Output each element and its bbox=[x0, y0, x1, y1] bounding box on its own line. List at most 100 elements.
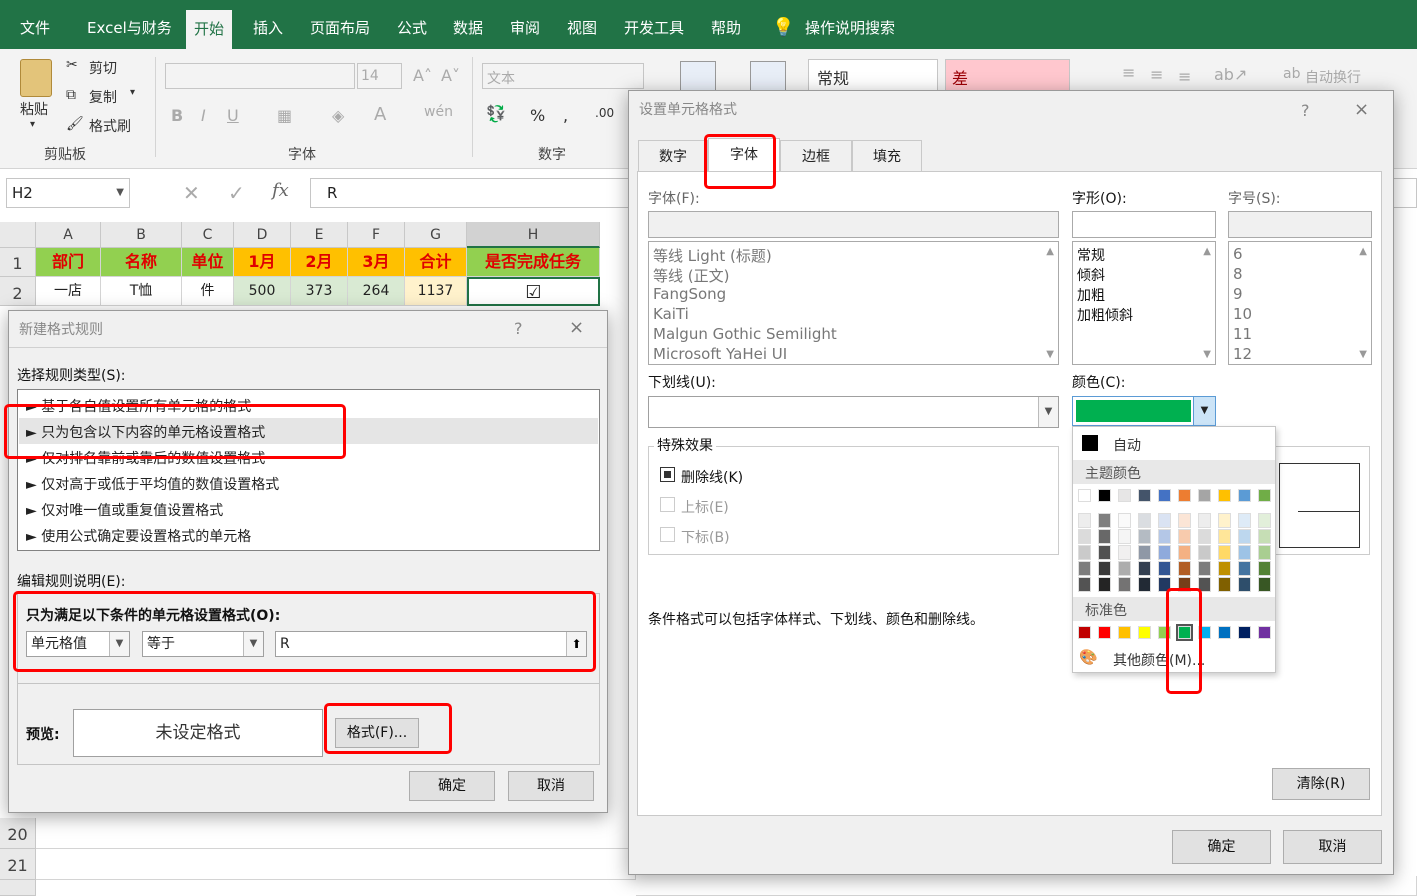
tab-number[interactable]: 数字 bbox=[638, 140, 708, 172]
chevron-down-icon[interactable]: ▼ bbox=[1038, 397, 1058, 427]
standard-color-swatch[interactable] bbox=[1098, 626, 1111, 639]
ok-button[interactable]: 确定 bbox=[1172, 830, 1271, 864]
align-top-icon[interactable]: ≡ bbox=[1122, 63, 1135, 82]
theme-shade-swatch[interactable] bbox=[1118, 561, 1131, 576]
wrap-text-button[interactable]: 自动换行 bbox=[1305, 67, 1361, 87]
font-list-item[interactable]: Microsoft YaHei UI bbox=[653, 345, 787, 363]
range-select-icon[interactable]: ⬆ bbox=[566, 632, 586, 656]
align-middle-icon[interactable]: ≡ bbox=[1150, 65, 1163, 84]
font-name-combo[interactable] bbox=[165, 63, 355, 89]
row-header-1[interactable]: 1 bbox=[0, 248, 36, 277]
theme-color-swatch[interactable] bbox=[1258, 489, 1271, 502]
close-icon[interactable]: × bbox=[1354, 99, 1369, 120]
theme-shade-swatch[interactable] bbox=[1258, 561, 1271, 576]
tab-insert[interactable]: 插入 bbox=[253, 0, 283, 49]
borders-icon[interactable]: ▦ bbox=[277, 106, 292, 125]
theme-shade-swatch[interactable] bbox=[1158, 577, 1171, 592]
standard-color-swatch[interactable] bbox=[1218, 626, 1231, 639]
column-header-c[interactable]: C bbox=[182, 222, 234, 248]
help-icon[interactable]: ? bbox=[1301, 101, 1310, 120]
more-colors-option[interactable]: 其他颜色(M)... bbox=[1113, 650, 1205, 670]
theme-shade-swatch[interactable] bbox=[1238, 561, 1251, 576]
format-button[interactable]: 格式(F)... bbox=[335, 718, 419, 748]
font-style-list[interactable]: 常规 倾斜 加粗 加粗倾斜 ▲ ▼ bbox=[1072, 241, 1216, 365]
standard-color-swatch[interactable] bbox=[1238, 626, 1251, 639]
paste-dropdown-icon[interactable]: ▾ bbox=[30, 119, 35, 130]
standard-color-swatch[interactable] bbox=[1118, 626, 1131, 639]
column-header-a[interactable]: A bbox=[36, 222, 101, 248]
theme-shade-swatch[interactable] bbox=[1178, 529, 1191, 544]
tab-home[interactable]: 开始 bbox=[186, 10, 233, 49]
empty-row-20[interactable] bbox=[36, 818, 636, 849]
font-list-item[interactable]: Malgun Gothic Semilight bbox=[653, 325, 837, 343]
column-header-f[interactable]: F bbox=[348, 222, 405, 248]
grow-font-icon[interactable]: A˄ bbox=[413, 66, 432, 85]
empty-cells[interactable] bbox=[636, 876, 1417, 896]
theme-color-swatch[interactable] bbox=[1098, 489, 1111, 502]
format-painter-button[interactable]: 格式刷 bbox=[89, 116, 131, 136]
superscript-checkbox[interactable] bbox=[660, 497, 675, 512]
theme-shade-swatch[interactable] bbox=[1198, 513, 1211, 528]
standard-color-swatch[interactable] bbox=[1138, 626, 1151, 639]
scroll-up-icon[interactable]: ▲ bbox=[1046, 246, 1054, 257]
theme-color-swatch[interactable] bbox=[1218, 489, 1231, 502]
tab-view[interactable]: 视图 bbox=[567, 0, 597, 49]
theme-shade-swatch[interactable] bbox=[1138, 529, 1151, 544]
standard-color-swatch[interactable] bbox=[1198, 626, 1211, 639]
theme-shade-swatch[interactable] bbox=[1238, 529, 1251, 544]
theme-color-swatch[interactable] bbox=[1178, 489, 1191, 502]
wrap-text-icon[interactable]: ab bbox=[1283, 66, 1300, 82]
theme-shade-swatch[interactable] bbox=[1138, 561, 1151, 576]
scroll-up-icon[interactable]: ▲ bbox=[1203, 246, 1211, 257]
shrink-font-icon[interactable]: A˅ bbox=[441, 66, 460, 85]
theme-shade-swatch[interactable] bbox=[1118, 577, 1131, 592]
style-bad[interactable]: 差 bbox=[945, 59, 1070, 91]
tab-fill[interactable]: 填充 bbox=[852, 140, 922, 172]
font-name-input[interactable] bbox=[648, 211, 1059, 238]
standard-color-swatch[interactable] bbox=[1158, 626, 1171, 639]
theme-shade-swatch[interactable] bbox=[1258, 513, 1271, 528]
theme-shade-swatch[interactable] bbox=[1158, 529, 1171, 544]
condition-value-input[interactable]: R ⬆ bbox=[275, 631, 587, 657]
theme-color-swatch[interactable] bbox=[1078, 489, 1091, 502]
cut-button[interactable]: 剪切 bbox=[89, 58, 117, 78]
tell-me-search[interactable]: 操作说明搜索 bbox=[805, 0, 895, 49]
paste-icon[interactable] bbox=[20, 59, 52, 97]
cancel-button[interactable]: 取消 bbox=[1283, 830, 1382, 864]
color-select[interactable]: ▼ bbox=[1072, 396, 1216, 426]
font-list-item[interactable]: 等线 Light (标题) bbox=[653, 245, 772, 266]
font-size-input[interactable] bbox=[1228, 211, 1372, 238]
theme-shade-swatch[interactable] bbox=[1238, 545, 1251, 560]
cell-e1[interactable]: 2月 bbox=[291, 248, 348, 277]
font-size-item[interactable]: 8 bbox=[1233, 265, 1243, 283]
cell-b2[interactable]: T恤 bbox=[101, 277, 182, 306]
theme-shade-swatch[interactable] bbox=[1258, 545, 1271, 560]
theme-color-swatch[interactable] bbox=[1238, 489, 1251, 502]
number-format-combo[interactable]: 文本 bbox=[482, 63, 644, 89]
copy-button[interactable]: 复制 bbox=[89, 87, 117, 107]
font-style-item[interactable]: 倾斜 bbox=[1077, 265, 1105, 285]
cell-f2[interactable]: 264 bbox=[348, 277, 405, 306]
subscript-checkbox[interactable] bbox=[660, 527, 675, 542]
font-list-item[interactable]: FangSong bbox=[653, 285, 726, 303]
tab-help[interactable]: 帮助 bbox=[711, 0, 741, 49]
cell-e2[interactable]: 373 bbox=[291, 277, 348, 306]
row-header-20[interactable]: 20 bbox=[0, 818, 36, 849]
font-list-item[interactable]: KaiTi bbox=[653, 305, 689, 323]
theme-shade-swatch[interactable] bbox=[1158, 513, 1171, 528]
accounting-format-icon[interactable]: 💱 bbox=[486, 104, 506, 123]
tab-border[interactable]: 边框 bbox=[780, 140, 852, 172]
theme-shade-swatch[interactable] bbox=[1118, 545, 1131, 560]
clear-button[interactable]: 清除(R) bbox=[1272, 768, 1370, 800]
auto-color-option[interactable]: 自动 bbox=[1113, 435, 1141, 455]
column-header-b[interactable]: B bbox=[101, 222, 182, 248]
theme-shade-swatch[interactable] bbox=[1178, 513, 1191, 528]
theme-color-swatch[interactable] bbox=[1158, 489, 1171, 502]
column-header-e[interactable]: E bbox=[291, 222, 348, 248]
strikethrough-checkbox[interactable] bbox=[660, 467, 675, 482]
theme-shade-swatch[interactable] bbox=[1198, 561, 1211, 576]
theme-shade-swatch[interactable] bbox=[1078, 513, 1091, 528]
theme-shade-swatch[interactable] bbox=[1218, 513, 1231, 528]
increase-decimal-icon[interactable]: .00 bbox=[595, 106, 614, 120]
tab-review[interactable]: 审阅 bbox=[510, 0, 540, 49]
